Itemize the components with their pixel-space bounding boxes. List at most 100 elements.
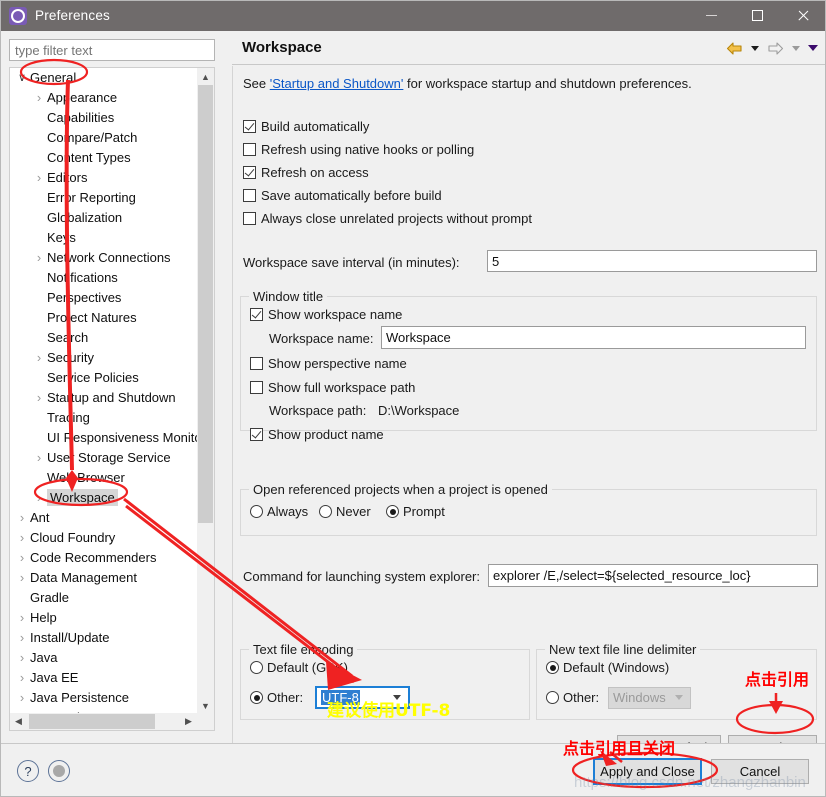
forward-history-dropdown[interactable] <box>788 37 803 59</box>
checkbox-refresh-native-hooks[interactable]: Refresh using native hooks or polling <box>243 142 474 157</box>
sidebar-item-project-natures[interactable]: Project Natures <box>10 308 196 328</box>
sidebar-item-editors[interactable]: › Editors <box>10 168 196 188</box>
sidebar-item-perspectives[interactable]: Perspectives <box>10 288 196 308</box>
checkbox-label: Show full workspace path <box>268 380 416 395</box>
sidebar-item-keys[interactable]: Keys <box>10 228 196 248</box>
sidebar-item-help[interactable]: › Help <box>10 608 196 628</box>
sidebar-item-tracing[interactable]: Tracing <box>10 408 196 428</box>
scroll-up-icon[interactable]: ▲ <box>197 68 214 85</box>
checkbox-show-workspace-name[interactable]: Show workspace name <box>250 307 402 322</box>
sidebar-item-java-ee[interactable]: › Java EE <box>10 668 196 688</box>
sidebar-item-data-management[interactable]: › Data Management <box>10 568 196 588</box>
sidebar-item-error-reporting[interactable]: Error Reporting <box>10 188 196 208</box>
sidebar-item-web-browser[interactable]: Web Browser <box>10 468 196 488</box>
sidebar-item-java-persistence[interactable]: › Java Persistence <box>10 688 196 708</box>
radio-encoding-default[interactable]: Default (GBK) <box>250 660 348 675</box>
radio-encoding-other[interactable]: Other: <box>250 690 303 705</box>
preferences-tree[interactable]: ∨ General › Appearance Capabilities Compare/P… <box>9 67 215 731</box>
chevron-right-icon[interactable]: › <box>31 448 47 468</box>
vertical-scrollbar-thumb[interactable] <box>198 85 213 523</box>
help-button[interactable]: ? <box>17 760 39 782</box>
sidebar-item-startup-and-shutdown[interactable]: › Startup and Shutdown <box>10 388 196 408</box>
intro-suffix: for workspace startup and shutdown prefe… <box>403 76 692 91</box>
sidebar-item-security[interactable]: › Security <box>10 348 196 368</box>
tree-horizontal-scrollbar[interactable]: ◀ ▶ <box>10 713 214 730</box>
delimiter-combo[interactable]: Windows <box>608 687 691 709</box>
explorer-command-input[interactable] <box>488 564 818 587</box>
checkbox-show-product-name[interactable]: Show product name <box>250 427 384 442</box>
sidebar-item-network-connections[interactable]: › Network Connections <box>10 248 196 268</box>
close-button[interactable] <box>780 0 826 31</box>
minimize-button[interactable] <box>688 0 734 31</box>
maximize-button[interactable] <box>734 0 780 31</box>
chevron-right-icon[interactable]: › <box>14 628 30 648</box>
chevron-right-icon[interactable]: › <box>14 668 30 688</box>
radio-circle <box>546 691 559 704</box>
checkbox-refresh-on-access[interactable]: Refresh on access <box>243 165 369 180</box>
checkbox-close-unrelated-projects[interactable]: Always close unrelated projects without … <box>243 211 532 226</box>
checkbox-box <box>243 189 256 202</box>
checkbox-build-automatically[interactable]: Build automatically <box>243 119 369 134</box>
workspace-name-input[interactable] <box>381 326 806 349</box>
checkbox-show-full-workspace-path[interactable]: Show full workspace path <box>250 380 415 395</box>
sidebar-item-ui-responsiveness-monito[interactable]: UI Responsiveness Monito <box>10 428 202 448</box>
forward-button[interactable] <box>764 37 786 59</box>
radio-label: Prompt <box>403 504 445 519</box>
sidebar-item-ant[interactable]: › Ant <box>10 508 196 528</box>
chevron-right-icon[interactable]: › <box>31 348 47 368</box>
chevron-right-icon[interactable]: › <box>31 248 47 268</box>
save-interval-input[interactable] <box>487 250 817 272</box>
chevron-right-icon[interactable]: › <box>31 488 47 508</box>
radio-open-never[interactable]: Never <box>319 504 371 519</box>
sidebar-item-service-policies[interactable]: Service Policies <box>10 368 196 388</box>
chevron-right-icon[interactable]: › <box>14 688 30 708</box>
chevron-right-icon[interactable]: › <box>31 88 47 108</box>
radio-delimiter-other[interactable]: Other: <box>546 690 599 705</box>
sidebar-item-search[interactable]: Search <box>10 328 196 348</box>
chevron-right-icon[interactable]: › <box>14 568 30 588</box>
sidebar-item-java[interactable]: › Java <box>10 648 196 668</box>
radio-label: Never <box>336 504 371 519</box>
filter-input[interactable] <box>9 39 215 61</box>
scroll-left-icon[interactable]: ◀ <box>10 713 27 730</box>
radio-open-prompt[interactable]: Prompt <box>386 504 445 519</box>
chevron-right-icon[interactable]: › <box>14 648 30 668</box>
sidebar-item-general[interactable]: ∨ General <box>10 68 196 88</box>
sidebar-item-globalization[interactable]: Globalization <box>10 208 196 228</box>
chevron-right-icon[interactable]: › <box>31 168 47 188</box>
scroll-down-icon[interactable]: ▼ <box>197 697 214 714</box>
chevron-right-icon[interactable]: › <box>31 388 47 408</box>
radio-open-always[interactable]: Always <box>250 504 308 519</box>
page-menu-dropdown[interactable] <box>805 37 820 59</box>
shell-button[interactable] <box>48 760 70 782</box>
chevron-down-icon[interactable]: ∨ <box>14 68 30 88</box>
checkbox-show-perspective-name[interactable]: Show perspective name <box>250 356 407 371</box>
chevron-right-icon[interactable]: › <box>14 608 30 628</box>
sidebar-item-user-storage-service[interactable]: › User Storage Service <box>10 448 196 468</box>
horizontal-scrollbar-thumb[interactable] <box>29 714 155 729</box>
sidebar-item-notifications[interactable]: Notifications <box>10 268 196 288</box>
tree-vertical-scrollbar[interactable]: ▲ ▼ <box>197 68 214 714</box>
sidebar-item-label: Java <box>30 650 58 665</box>
sidebar-item-content-types[interactable]: Content Types <box>10 148 196 168</box>
scroll-right-icon[interactable]: ▶ <box>180 713 197 730</box>
sidebar-item-code-recommenders[interactable]: › Code Recommenders <box>10 548 196 568</box>
chevron-right-icon[interactable]: › <box>14 508 30 528</box>
sidebar-item-appearance[interactable]: › Appearance <box>10 88 196 108</box>
sidebar-item-label: Web Browser <box>47 470 125 485</box>
sidebar-item-compare-patch[interactable]: Compare/Patch <box>10 128 196 148</box>
back-button[interactable] <box>723 37 745 59</box>
sidebar-item-gradle[interactable]: Gradle <box>10 588 196 608</box>
radio-circle <box>250 505 263 518</box>
window-titlebar: Preferences <box>0 0 826 31</box>
sidebar-item-cloud-foundry[interactable]: › Cloud Foundry <box>10 528 196 548</box>
sidebar-item-capabilities[interactable]: Capabilities <box>10 108 196 128</box>
startup-shutdown-link[interactable]: 'Startup and Shutdown' <box>270 76 404 91</box>
back-history-dropdown[interactable] <box>747 37 762 59</box>
sidebar-item-workspace[interactable]: › Workspace <box>10 488 196 508</box>
sidebar-item-install-update[interactable]: › Install/Update <box>10 628 196 648</box>
chevron-right-icon[interactable]: › <box>14 528 30 548</box>
chevron-right-icon[interactable]: › <box>14 548 30 568</box>
radio-delimiter-default[interactable]: Default (Windows) <box>546 660 669 675</box>
checkbox-save-before-build[interactable]: Save automatically before build <box>243 188 442 203</box>
